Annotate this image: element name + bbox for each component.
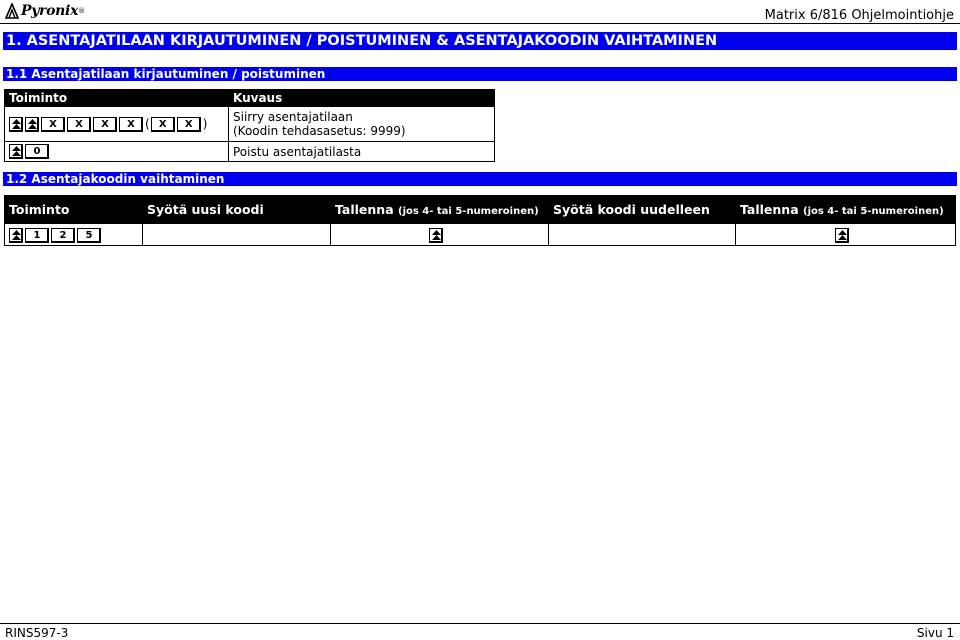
save-cell (735, 223, 956, 246)
description-line-2: (Koodin tehdasasetus: 9999) (233, 124, 406, 138)
double-up-arrow-icon (25, 116, 39, 132)
login-logout-table: Toiminto Kuvaus X X X X(X X) Siirry asentaja… (4, 89, 495, 162)
header-enter-new-code: Syötä uusi koodi (142, 195, 331, 224)
header-save: Tallenna (jos 4- tai 5-numeroinen) (735, 195, 956, 224)
pyronix-logo-icon (4, 1, 20, 19)
double-up-arrow-icon (9, 227, 23, 243)
change-code-table: Toiminto Syötä uusi koodi Tallenna (jos … (4, 195, 956, 246)
header-save-label: Tallenna (335, 202, 394, 217)
header-save-note: (jos 4- tai 5-numeroinen) (398, 206, 539, 217)
header-description: Kuvaus (228, 89, 495, 107)
action-keys-cell: 125 (4, 223, 143, 246)
action-keys-cell: X X X X(X X) (4, 106, 229, 142)
key-x: X (176, 116, 201, 132)
header-action: Toiminto (4, 195, 143, 224)
header-save: Tallenna (jos 4- tai 5-numeroinen) (330, 195, 549, 224)
paren-open: ( (145, 117, 150, 131)
description-cell: Poistu asentajatilasta (228, 141, 495, 162)
key-5: 5 (77, 227, 101, 243)
header-save-label: Tallenna (740, 202, 799, 217)
double-up-arrow-icon (835, 227, 849, 243)
key-1: 1 (25, 227, 49, 243)
subsection-title-1-2: 1.2 Asentajakoodin vaihtaminen (3, 172, 957, 186)
table-header-row: Toiminto Syötä uusi koodi Tallenna (jos … (4, 195, 956, 224)
header-rule (0, 23, 960, 24)
save-cell (330, 223, 549, 246)
table-row: 125 (4, 223, 956, 246)
key-x: X (41, 116, 65, 132)
logo-text: Pyronix (21, 3, 79, 19)
document-title: Matrix 6/816 Ohjelmointiohje (764, 8, 954, 23)
enter-code-again-cell (548, 223, 736, 246)
header-save-note: (jos 4- tai 5-numeroinen) (803, 206, 944, 217)
paren-close: ) (202, 117, 208, 131)
document-code: RINS597-3 (5, 626, 69, 640)
double-up-arrow-icon (9, 116, 23, 132)
description-cell: Siirry asentajatilaan (Koodin tehdasaset… (228, 106, 495, 142)
page-number: Sivu 1 (916, 626, 954, 640)
subsection-title-1-1: 1.1 Asentajatilaan kirjautuminen / poist… (3, 67, 957, 81)
key-0: 0 (25, 144, 49, 159)
enter-new-code-cell (142, 223, 331, 246)
key-2: 2 (51, 227, 75, 243)
description-line-1: Siirry asentajatilaan (233, 110, 353, 124)
table-row: 0 Poistu asentajatilasta (4, 141, 495, 162)
footer-rule (0, 623, 960, 624)
double-up-arrow-icon (9, 144, 23, 159)
logo-trademark: ® (78, 7, 86, 15)
header-action: Toiminto (4, 89, 229, 107)
header-enter-code-again: Syötä koodi uudelleen (548, 195, 736, 224)
key-x: X (119, 116, 143, 132)
key-x: X (67, 116, 91, 132)
key-x: X (150, 116, 175, 132)
action-keys-cell: 0 (4, 141, 229, 162)
table-row: X X X X(X X) Siirry asentajatilaan (Koodin t… (4, 106, 495, 142)
table-header-row: Toiminto Kuvaus (4, 89, 495, 107)
pyronix-logo: Pyronix ® (4, 1, 86, 20)
section-title: 1. ASENTAJATILAAN KIRJAUTUMINEN / POISTU… (3, 32, 957, 50)
key-x: X (93, 116, 117, 132)
double-up-arrow-icon (429, 227, 443, 243)
